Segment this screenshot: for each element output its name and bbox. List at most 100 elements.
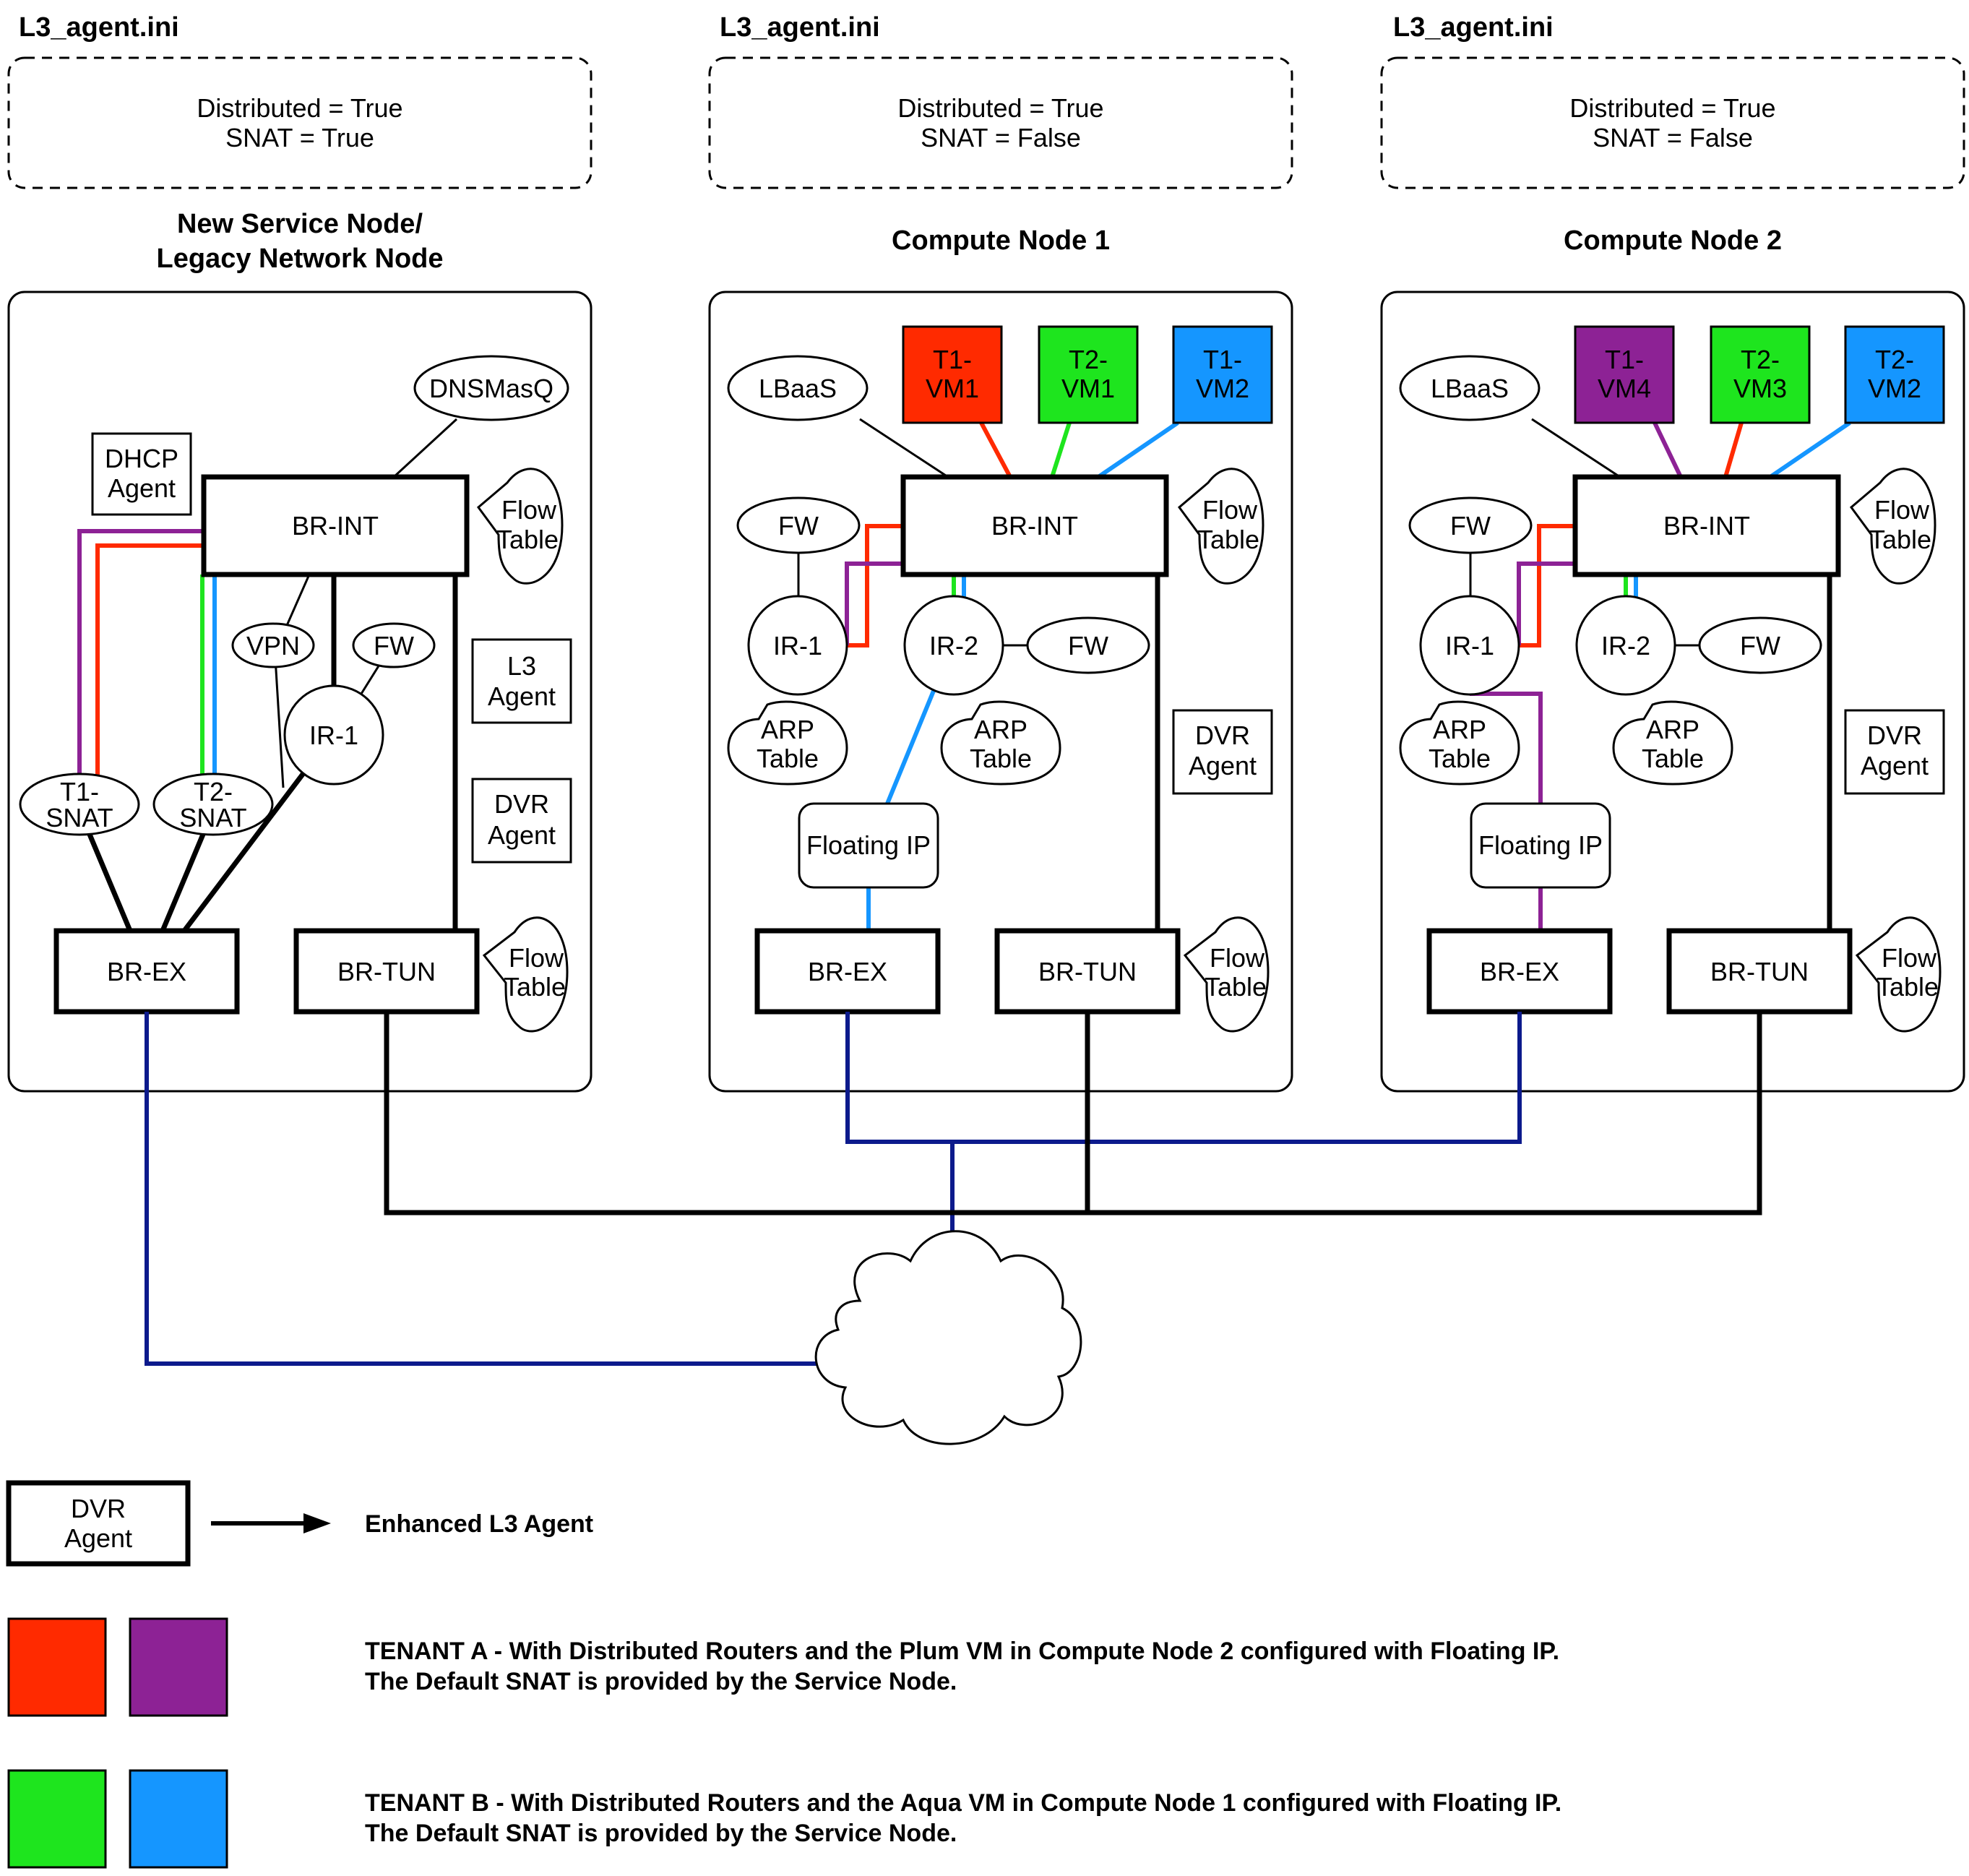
legend-dvr-label: DVR	[71, 1494, 126, 1523]
vm-label: T1-	[933, 345, 972, 374]
fw-label: FW	[778, 511, 819, 541]
l3-agent-label: Agent	[488, 681, 556, 711]
arp-table-label: ARP	[974, 715, 1027, 744]
tenant-a-path	[847, 524, 903, 647]
t1-snat-label: T1-	[60, 777, 99, 806]
network-diagram: L3_agent.ini Distributed = True SNAT = T…	[6, 12, 1965, 1869]
link	[84, 826, 133, 932]
vm-label: VM1	[926, 374, 979, 403]
tenant-b-text: TENANT B - With Distributed Routers and …	[365, 1789, 1561, 1817]
dvr-agent-label: Agent	[1861, 751, 1929, 780]
config-line: Distributed = True	[1569, 93, 1775, 123]
floating-ip-label: Floating IP	[1478, 830, 1603, 860]
flow-table-label: Table	[504, 972, 566, 1002]
vm-link	[1097, 421, 1179, 479]
br-tun-label: BR-TUN	[1710, 957, 1809, 986]
vm-link	[1723, 422, 1744, 478]
ir-1-label: IR-1	[309, 720, 358, 750]
dhcp-agent-label: DHCP	[105, 444, 178, 473]
service-node: L3_agent.ini Distributed = True SNAT = T…	[7, 12, 593, 1093]
fw-label: FW	[1740, 631, 1780, 661]
fw-label: FW	[1450, 511, 1491, 541]
ir-2-label: IR-2	[1601, 631, 1650, 661]
compute-node-1: L3_agent.ini Distributed = True SNAT = F…	[708, 12, 1293, 1093]
br-int-label: BR-INT	[292, 511, 379, 541]
tenant-a-path	[1519, 524, 1575, 647]
ini-title: L3_agent.ini	[720, 12, 880, 43]
vm-label: T2-	[1741, 345, 1780, 374]
lbaas-label: LBaaS	[1431, 374, 1509, 403]
config-line: SNAT = True	[225, 123, 374, 152]
flow-table-label: Flow	[1210, 943, 1265, 973]
dvr-agent-label: DVR	[1867, 720, 1922, 750]
br-ex-label: BR-EX	[808, 957, 887, 986]
dnsmasq-label: DNSMasQ	[429, 374, 553, 403]
vm-label: VM3	[1733, 374, 1787, 403]
floating-ip-label: Floating IP	[806, 830, 931, 860]
vm-label: T1-	[1203, 345, 1242, 374]
tenant-a-text: The Default SNAT is provided by the Serv…	[365, 1668, 957, 1695]
external-network	[145, 1012, 1762, 1445]
tenant-b-text: The Default SNAT is provided by the Serv…	[365, 1820, 957, 1847]
floating-ip-path	[885, 689, 936, 805]
flow-table-label: Flow	[1202, 495, 1258, 525]
tenant-a-path	[95, 543, 202, 779]
vm-link	[1653, 421, 1683, 478]
swatch-red	[7, 1617, 107, 1717]
link	[284, 574, 311, 629]
swatch-blue	[129, 1769, 228, 1869]
br-tun-label: BR-TUN	[337, 957, 436, 986]
flow-table-label: Flow	[501, 495, 557, 525]
vpn-label: VPN	[246, 631, 300, 661]
config-line: SNAT = False	[1593, 123, 1753, 152]
flow-table-label: Table	[1205, 972, 1267, 1002]
node-title: New Service Node/	[177, 209, 423, 239]
t2-snat-label: T2-	[194, 777, 233, 806]
dvr-agent-label: Agent	[1189, 751, 1257, 780]
node-title: Legacy Network Node	[157, 244, 444, 274]
link	[360, 664, 381, 694]
vm-label: T2-	[1069, 345, 1108, 374]
flow-table-label: Table	[496, 525, 559, 554]
arp-table-label: ARP	[761, 715, 814, 744]
ex-link	[845, 1012, 1522, 1144]
arp-table-label: Table	[757, 744, 819, 773]
br-int-label: BR-INT	[1663, 511, 1750, 541]
ir-1-label: IR-1	[1445, 631, 1494, 661]
l3-agent-label: L3	[507, 651, 536, 681]
config-line: SNAT = False	[921, 123, 1081, 152]
fw-label: FW	[374, 631, 414, 661]
link	[859, 418, 949, 478]
br-int-label: BR-INT	[991, 511, 1078, 541]
ini-title: L3_agent.ini	[1393, 12, 1554, 43]
swatch-green	[7, 1769, 107, 1869]
br-ex-label: BR-EX	[107, 957, 186, 986]
vm-label: VM4	[1598, 374, 1651, 403]
legend: DVR Agent Enhanced L3 Agent TENANT A - W…	[6, 1480, 1561, 1869]
ex-link	[145, 1012, 830, 1366]
flow-table-label: Flow	[1882, 943, 1937, 973]
dvr-agent-label: Agent	[488, 820, 556, 850]
tenant-a-path	[845, 561, 903, 645]
t1-snat-label: SNAT	[46, 803, 113, 832]
config-line: Distributed = True	[897, 93, 1103, 123]
link	[392, 418, 458, 478]
vm-label: VM2	[1196, 374, 1249, 403]
vm-link	[1050, 422, 1072, 478]
vm-link	[1769, 421, 1851, 479]
lbaas-label: LBaaS	[759, 374, 837, 403]
node-title: Compute Node 2	[1564, 225, 1782, 256]
arp-table-label: Table	[970, 744, 1032, 773]
arrow-icon	[303, 1513, 331, 1533]
flow-table-label: Table	[1869, 525, 1931, 554]
arp-table-label: Table	[1429, 744, 1491, 773]
tunnel-link	[384, 1012, 1762, 1215]
flow-table-label: Table	[1877, 972, 1939, 1002]
vm-label: T2-	[1875, 345, 1914, 374]
vm-label: VM1	[1061, 374, 1115, 403]
link	[160, 826, 209, 932]
br-ex-label: BR-EX	[1480, 957, 1559, 986]
dhcp-agent-label: Agent	[108, 473, 176, 503]
compute-node-2: L3_agent.ini Distributed = True SNAT = F…	[1380, 12, 1965, 1093]
arp-table-label: Table	[1642, 744, 1704, 773]
